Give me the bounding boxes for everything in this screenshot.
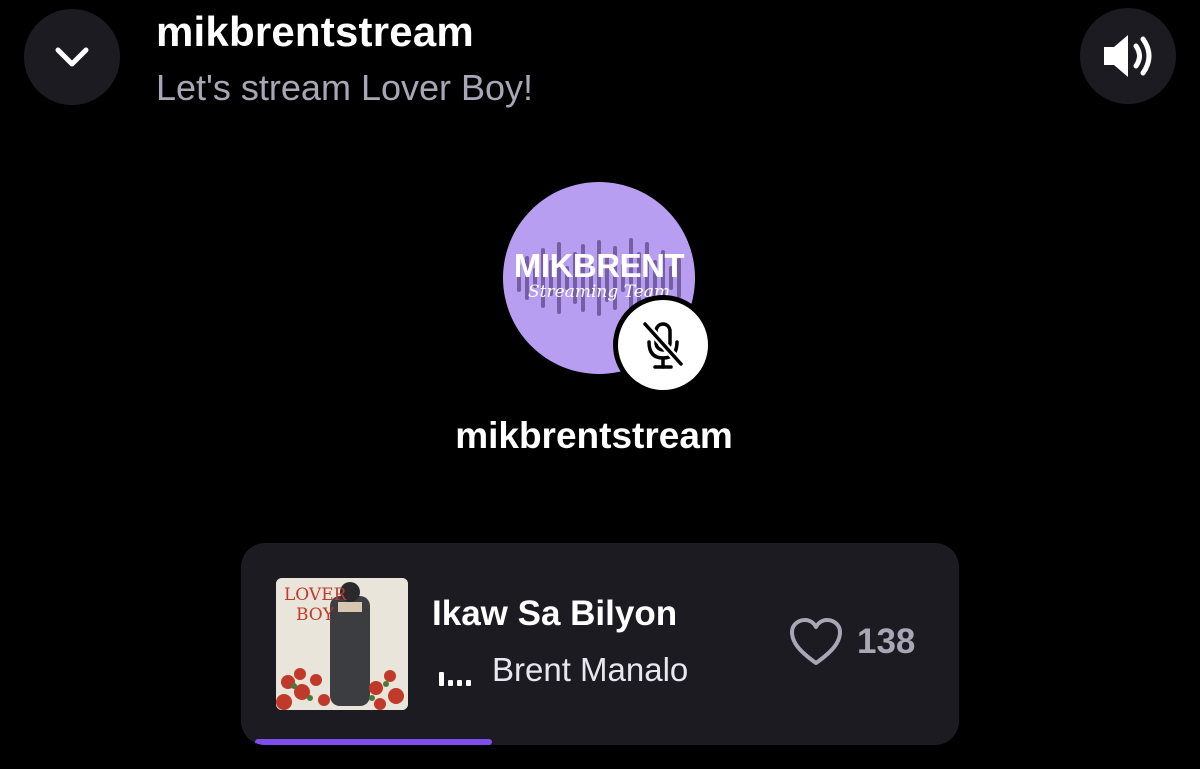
- like-count: 138: [857, 622, 916, 661]
- live-room-screen: mikbrentstream Let's stream Lover Boy! M…: [0, 0, 1200, 769]
- album-cover-title-2: BOY: [296, 605, 334, 625]
- host-name: mikbrentstream: [455, 415, 733, 456]
- microphone-muted-icon: [641, 320, 685, 369]
- chevron-down-icon: [55, 47, 89, 67]
- track-artist: Brent Manalo: [492, 651, 689, 688]
- heart-icon[interactable]: [789, 617, 843, 667]
- room-subtitle: Let's stream Lover Boy!: [156, 67, 534, 108]
- room-title: mikbrentstream: [156, 8, 474, 55]
- mute-badge: [613, 295, 713, 395]
- progress-bar[interactable]: [241, 739, 959, 745]
- progress-fill: [255, 739, 492, 745]
- avatar-logo-text: MIKBRENT: [513, 247, 685, 284]
- track-title: Ikaw Sa Bilyon: [432, 594, 678, 633]
- album-cover-title-1: LOVER: [284, 585, 347, 605]
- speaker-icon: [1104, 35, 1152, 77]
- equalizer-bars-icon: [439, 672, 471, 686]
- host-avatar-container: MIKBRENT Streaming Team: [503, 182, 713, 395]
- collapse-button[interactable]: [24, 9, 120, 105]
- album-cover: LOVER BOY: [276, 578, 408, 710]
- now-playing-card[interactable]: LOVER BOY Ikaw Sa Bilyon Brent Manalo 13…: [241, 543, 959, 745]
- sound-button[interactable]: [1080, 8, 1176, 104]
